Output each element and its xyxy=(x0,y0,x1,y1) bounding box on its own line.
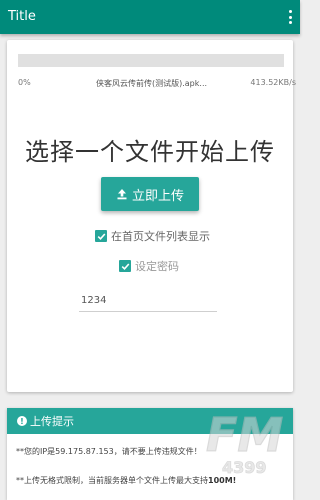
tips-header: ! 上传提示 xyxy=(7,408,293,434)
upload-status: 0% 侠客风云传前传(测试版).apk... 413.52KB/s xyxy=(18,78,296,92)
show-in-list-label: 在首页文件列表显示 xyxy=(111,230,210,243)
tips-title: 上传提示 xyxy=(30,415,74,428)
tip-size-limit-value: 100M! xyxy=(208,476,237,485)
upload-tips-panel: ! 上传提示 **您的IP是59.175.87.153，请不要上传违规文件！ *… xyxy=(7,408,293,500)
checkmark-icon xyxy=(97,232,105,240)
page-headline: 选择一个文件开始上传 xyxy=(25,138,275,166)
upload-card: 0% 侠客风云传前传(测试版).apk... 413.52KB/s 选择一个文件… xyxy=(7,40,296,392)
show-in-list-checkbox[interactable] xyxy=(95,230,107,242)
tip-size-limit-text: **上传无格式限制，当前服务器单个文件上传最大支持 xyxy=(16,476,208,485)
upload-progress-bar xyxy=(18,54,284,67)
set-password-label: 设定密码 xyxy=(135,260,179,273)
password-input[interactable] xyxy=(79,290,217,312)
upload-file-name: 侠客风云传前传(测试版).apk... xyxy=(96,79,208,88)
app-bar: Title xyxy=(0,0,300,34)
upload-icon xyxy=(117,189,127,200)
overflow-menu-icon[interactable] xyxy=(287,10,293,24)
set-password-option[interactable]: 设定密码 xyxy=(119,258,179,274)
tip-ip-warning: **您的IP是59.175.87.153，请不要上传违规文件！ xyxy=(16,447,202,456)
upload-percent: 0% xyxy=(18,78,31,87)
show-in-list-option[interactable]: 在首页文件列表显示 xyxy=(95,228,210,244)
app-title: Title xyxy=(8,9,36,24)
tip-size-limit: **上传无格式限制，当前服务器单个文件上传最大支持100M! xyxy=(16,475,236,486)
upload-speed: 413.52KB/s xyxy=(250,78,296,87)
checkmark-icon xyxy=(121,262,129,270)
upload-now-button[interactable]: 立即上传 xyxy=(101,177,199,211)
upload-now-label: 立即上传 xyxy=(131,188,184,204)
info-icon: ! xyxy=(17,416,27,426)
set-password-checkbox[interactable] xyxy=(119,260,131,272)
